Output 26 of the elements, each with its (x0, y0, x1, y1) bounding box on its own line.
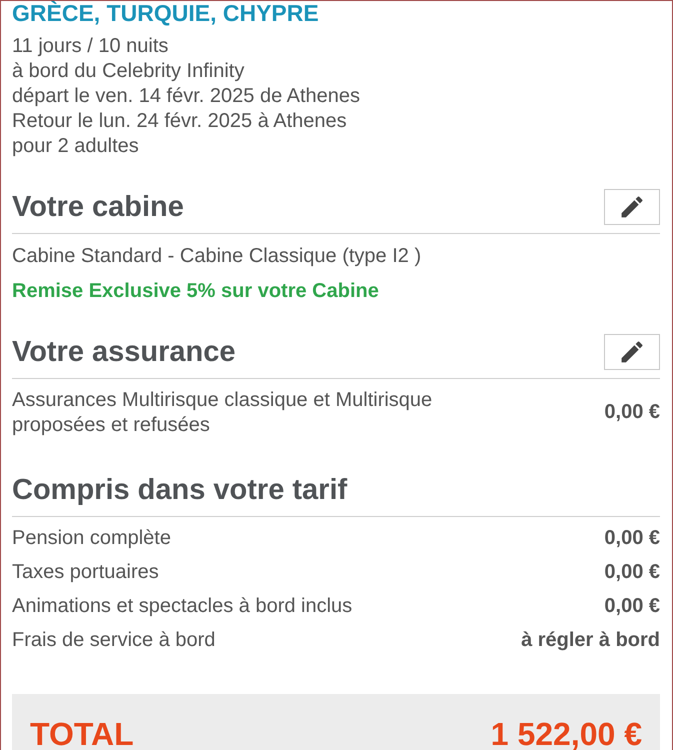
edit-button[interactable] (604, 334, 660, 370)
trip-detail-text: pour 2 adultes (12, 135, 139, 157)
section-heading: Votre assurance (12, 335, 236, 369)
section-heading: Compris dans votre tarif (12, 473, 348, 507)
cabin-description: Cabine Standard - Cabine Classique (type I2 ) (12, 244, 422, 269)
trip-detail-text: 11 jours / 10 nuits (12, 35, 168, 57)
item-amount: à régler à bord (521, 628, 660, 652)
item-label: Assurances Multirisque classique et Multirisque proposées et refusées (12, 388, 434, 438)
total-amount: 1 522,00 € (490, 716, 642, 750)
item-label: Pension complète (12, 526, 171, 550)
discount-text: Remise Exclusive 5% sur votre Cabine (12, 279, 380, 304)
item-amount: 0,00 € (604, 526, 660, 550)
total-label: TOTAL (30, 716, 134, 750)
trip-detail-text: Retour le lun. 24 févr. 2025 à Athenes (12, 110, 347, 132)
trip-detail-text: à bord du Celebrity Infinity (12, 60, 244, 82)
item-label: Animations et spectacles à bord inclus (12, 594, 352, 618)
pencil-icon (621, 196, 643, 218)
item-amount: 0,00 € (604, 594, 660, 618)
item-amount: 0,00 € (604, 400, 660, 425)
item-label: Taxes portuaires (12, 560, 159, 584)
section-heading: Votre cabine (12, 190, 184, 224)
pencil-icon (621, 341, 643, 363)
edit-button[interactable] (604, 189, 660, 225)
trip-detail-text: départ le ven. 14 févr. 2025 de Athenes (12, 85, 360, 107)
item-label: Frais de service à bord (12, 628, 216, 652)
item-amount: 0,00 € (604, 560, 660, 584)
